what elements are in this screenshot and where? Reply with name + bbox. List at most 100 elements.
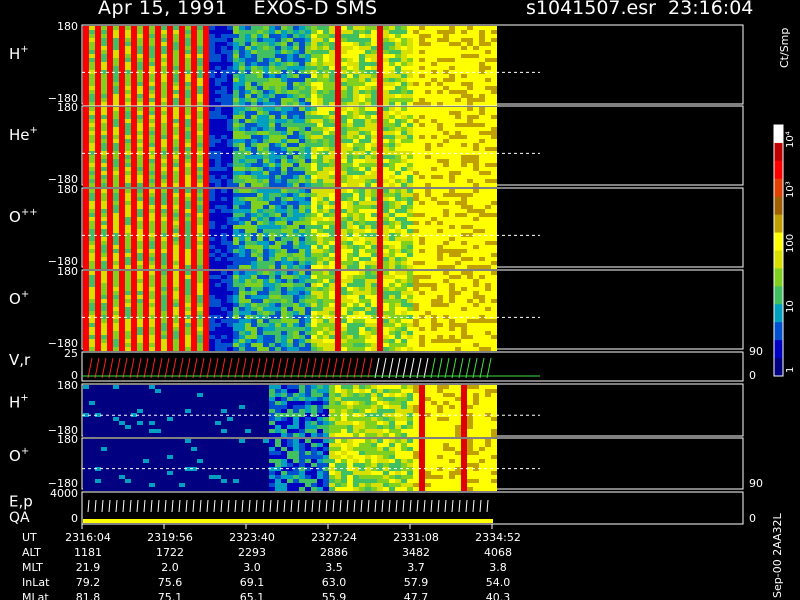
axis-value: 47.7 bbox=[404, 591, 429, 600]
panel-label: H+ bbox=[9, 392, 29, 411]
colorbar-swatch bbox=[774, 232, 783, 251]
colorbar-label: Ct/Smp bbox=[778, 27, 791, 68]
axis-row-label: ALT bbox=[22, 546, 41, 559]
right-tick-bottom: 0 bbox=[749, 369, 756, 382]
panel-label-sup: + bbox=[30, 125, 38, 136]
axis-value: 65.1 bbox=[240, 591, 265, 600]
panel-label: O+ bbox=[9, 446, 29, 465]
axis-value: 3.7 bbox=[407, 561, 425, 574]
spectrogram-plot: H+180−180He+180−180O++180−180O+180−180V,… bbox=[9, 20, 796, 600]
colorbar-swatch bbox=[774, 196, 783, 216]
right-tick-bottom: 0 bbox=[749, 512, 756, 525]
colorbar-tick: 10³ bbox=[785, 181, 796, 198]
axis-value: 54.0 bbox=[486, 576, 511, 589]
axis-value: 40.3 bbox=[486, 591, 511, 600]
axis-value: 75.6 bbox=[158, 576, 183, 589]
y-tick-bottom: 0 bbox=[71, 512, 78, 525]
axis-value: 21.9 bbox=[76, 561, 101, 574]
y-tick-top: 180 bbox=[57, 379, 78, 392]
axis-row-label: MLat bbox=[22, 591, 49, 600]
axis-value: 57.9 bbox=[404, 576, 429, 589]
panel-label: V,r bbox=[9, 351, 31, 369]
panel-2: He+180−180 bbox=[9, 101, 744, 187]
right-tick-bottom: 90 bbox=[749, 477, 763, 490]
axis-row-label: MLT bbox=[22, 561, 43, 574]
panel-label-sup: + bbox=[21, 446, 29, 457]
axis-value: 63.0 bbox=[322, 576, 347, 589]
panel-label-2: QA bbox=[9, 510, 30, 526]
footer-id: Sep-00 2AA32L bbox=[771, 513, 784, 598]
panels: H+180−180He+180−180O++180−180O+180−180V,… bbox=[9, 20, 763, 526]
axis-value: 3.5 bbox=[325, 561, 343, 574]
y-tick-top: 180 bbox=[57, 183, 78, 196]
panel-1: H+180−180 bbox=[9, 20, 744, 106]
panel-label: He+ bbox=[9, 125, 38, 144]
axis-value: 81.8 bbox=[76, 591, 101, 600]
panel-8: E,pQA 4000 0 0 bbox=[9, 487, 756, 526]
axis-value: 2334:52 bbox=[475, 531, 521, 544]
axis-value: 2293 bbox=[238, 546, 266, 559]
colorbar-swatch bbox=[774, 304, 783, 323]
colorbar-swatch bbox=[774, 340, 783, 359]
colorbar-swatch bbox=[774, 160, 783, 180]
panel-4: O+180−180 bbox=[9, 265, 744, 351]
panel-label: O+ bbox=[9, 289, 29, 308]
colorbar-tick: 1 bbox=[785, 367, 796, 373]
panel-spectrogram bbox=[82, 107, 540, 187]
axis-value: 1722 bbox=[156, 546, 184, 559]
axis-value: 2323:40 bbox=[229, 531, 275, 544]
axis-value: 2327:24 bbox=[311, 531, 357, 544]
axis-value: 79.2 bbox=[76, 576, 101, 589]
right-tick-top: 90 bbox=[749, 345, 763, 358]
colorbar-swatch bbox=[774, 178, 783, 198]
y-tick-top: 180 bbox=[57, 433, 78, 446]
axis-value: 2.0 bbox=[161, 561, 179, 574]
colorbar-tick: 10⁴ bbox=[785, 131, 796, 148]
panel-spectrogram bbox=[82, 439, 540, 491]
axis-value: 69.1 bbox=[240, 576, 265, 589]
axis-value: 4068 bbox=[484, 546, 512, 559]
axis-value: 2319:56 bbox=[147, 531, 193, 544]
axis-value: 75.1 bbox=[158, 591, 183, 600]
colorbar-swatch bbox=[774, 322, 783, 341]
colorbar-tick: 10 bbox=[785, 300, 796, 313]
panel-7: O+180−180 90 bbox=[9, 433, 763, 491]
axis-value: 2316:04 bbox=[65, 531, 111, 544]
axis-value: 1181 bbox=[74, 546, 102, 559]
panel-label: H+ bbox=[9, 44, 29, 63]
colorbar-swatch bbox=[774, 142, 783, 162]
panel-6: H+180−180 bbox=[9, 379, 744, 437]
y-tick-top: 180 bbox=[57, 101, 78, 114]
colorbar-swatch bbox=[774, 250, 783, 269]
axis-value: 2331:08 bbox=[393, 531, 439, 544]
axis-row-label: UT bbox=[22, 531, 37, 544]
axis-value: 3.0 bbox=[243, 561, 261, 574]
colorbar-tick: 100 bbox=[785, 234, 796, 253]
panel-label-sup: + bbox=[20, 44, 28, 55]
axis-value: 3482 bbox=[402, 546, 430, 559]
panel-label: O++ bbox=[9, 207, 38, 226]
y-tick-top: 4000 bbox=[50, 487, 78, 500]
colorbar-swatch bbox=[774, 286, 783, 305]
panel-spectrogram bbox=[82, 271, 540, 351]
panel-label-sup: + bbox=[21, 289, 29, 300]
panel-spectrogram bbox=[82, 189, 540, 269]
panel-spectrogram bbox=[82, 26, 540, 106]
axis-value: 2886 bbox=[320, 546, 348, 559]
colorbar-swatch bbox=[774, 268, 783, 287]
panel-spectrogram bbox=[82, 385, 540, 437]
panel-label-sup: + bbox=[20, 392, 28, 403]
colorbar: 10⁴ 10³ 100 10 1 bbox=[773, 124, 796, 377]
y-tick-top: 180 bbox=[57, 20, 78, 33]
axis-value: 55.9 bbox=[322, 591, 347, 600]
colorbar-swatch bbox=[774, 214, 783, 234]
colorbar-swatch bbox=[774, 358, 783, 377]
panel-label-sup: ++ bbox=[21, 207, 38, 218]
axis-value: 3.8 bbox=[489, 561, 507, 574]
colorbar-swatch bbox=[774, 125, 783, 144]
panel-3: O++180−180 bbox=[9, 183, 744, 269]
panel-label: E,p bbox=[9, 492, 33, 510]
time-axis: UT ALT MLT InLat MLat 2316:04 1181 21.9 79.2 81.8… bbox=[22, 524, 521, 600]
y-tick-top: 25 bbox=[64, 347, 78, 360]
y-tick-top: 180 bbox=[57, 265, 78, 278]
